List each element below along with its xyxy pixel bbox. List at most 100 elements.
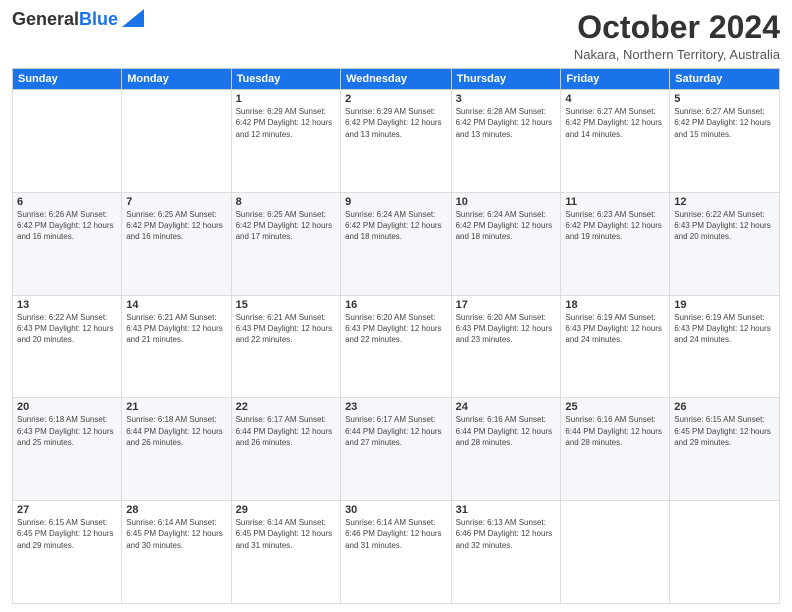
calendar-cell [122, 90, 231, 193]
day-number: 1 [236, 93, 336, 105]
calendar-cell [561, 501, 670, 604]
day-info: Sunrise: 6:22 AM Sunset: 6:43 PM Dayligh… [674, 209, 775, 243]
calendar-cell: 10Sunrise: 6:24 AM Sunset: 6:42 PM Dayli… [451, 192, 561, 295]
calendar-cell: 1Sunrise: 6:29 AM Sunset: 6:42 PM Daylig… [231, 90, 340, 193]
calendar-cell: 12Sunrise: 6:22 AM Sunset: 6:43 PM Dayli… [670, 192, 780, 295]
calendar-cell [13, 90, 122, 193]
day-info: Sunrise: 6:20 AM Sunset: 6:43 PM Dayligh… [456, 312, 557, 346]
day-number: 8 [236, 196, 336, 208]
day-number: 27 [17, 504, 117, 516]
calendar-week-3: 20Sunrise: 6:18 AM Sunset: 6:43 PM Dayli… [13, 398, 780, 501]
day-number: 31 [456, 504, 557, 516]
day-info: Sunrise: 6:24 AM Sunset: 6:42 PM Dayligh… [345, 209, 447, 243]
day-info: Sunrise: 6:19 AM Sunset: 6:43 PM Dayligh… [674, 312, 775, 346]
calendar-cell: 4Sunrise: 6:27 AM Sunset: 6:42 PM Daylig… [561, 90, 670, 193]
day-number: 10 [456, 196, 557, 208]
day-number: 11 [565, 196, 665, 208]
header-sunday: Sunday [13, 69, 122, 90]
calendar-cell: 24Sunrise: 6:16 AM Sunset: 6:44 PM Dayli… [451, 398, 561, 501]
day-number: 23 [345, 401, 447, 413]
day-number: 30 [345, 504, 447, 516]
header-wednesday: Wednesday [341, 69, 452, 90]
logo-general: General [12, 9, 79, 29]
day-info: Sunrise: 6:29 AM Sunset: 6:42 PM Dayligh… [236, 106, 336, 140]
logo-blue: Blue [79, 9, 118, 29]
title-area: October 2024 Nakara, Northern Territory,… [574, 10, 780, 62]
logo-text: GeneralBlue [12, 10, 118, 30]
day-number: 9 [345, 196, 447, 208]
day-info: Sunrise: 6:15 AM Sunset: 6:45 PM Dayligh… [674, 414, 775, 448]
day-info: Sunrise: 6:18 AM Sunset: 6:43 PM Dayligh… [17, 414, 117, 448]
calendar-header: Sunday Monday Tuesday Wednesday Thursday… [13, 69, 780, 90]
day-number: 26 [674, 401, 775, 413]
calendar-cell: 26Sunrise: 6:15 AM Sunset: 6:45 PM Dayli… [670, 398, 780, 501]
header-tuesday: Tuesday [231, 69, 340, 90]
day-info: Sunrise: 6:26 AM Sunset: 6:42 PM Dayligh… [17, 209, 117, 243]
day-info: Sunrise: 6:27 AM Sunset: 6:42 PM Dayligh… [565, 106, 665, 140]
day-number: 3 [456, 93, 557, 105]
calendar-cell: 14Sunrise: 6:21 AM Sunset: 6:43 PM Dayli… [122, 295, 231, 398]
calendar-cell: 11Sunrise: 6:23 AM Sunset: 6:42 PM Dayli… [561, 192, 670, 295]
day-info: Sunrise: 6:22 AM Sunset: 6:43 PM Dayligh… [17, 312, 117, 346]
calendar-cell: 31Sunrise: 6:13 AM Sunset: 6:46 PM Dayli… [451, 501, 561, 604]
calendar-week-4: 27Sunrise: 6:15 AM Sunset: 6:45 PM Dayli… [13, 501, 780, 604]
day-number: 12 [674, 196, 775, 208]
day-info: Sunrise: 6:18 AM Sunset: 6:44 PM Dayligh… [126, 414, 226, 448]
calendar-cell: 30Sunrise: 6:14 AM Sunset: 6:46 PM Dayli… [341, 501, 452, 604]
day-number: 22 [236, 401, 336, 413]
logo: GeneralBlue [12, 10, 144, 30]
calendar-cell: 5Sunrise: 6:27 AM Sunset: 6:42 PM Daylig… [670, 90, 780, 193]
weekday-row: Sunday Monday Tuesday Wednesday Thursday… [13, 69, 780, 90]
calendar-cell: 28Sunrise: 6:14 AM Sunset: 6:45 PM Dayli… [122, 501, 231, 604]
day-number: 24 [456, 401, 557, 413]
day-info: Sunrise: 6:27 AM Sunset: 6:42 PM Dayligh… [674, 106, 775, 140]
calendar-cell: 27Sunrise: 6:15 AM Sunset: 6:45 PM Dayli… [13, 501, 122, 604]
day-number: 17 [456, 299, 557, 311]
calendar-cell: 22Sunrise: 6:17 AM Sunset: 6:44 PM Dayli… [231, 398, 340, 501]
calendar-table: Sunday Monday Tuesday Wednesday Thursday… [12, 68, 780, 604]
calendar-cell: 20Sunrise: 6:18 AM Sunset: 6:43 PM Dayli… [13, 398, 122, 501]
calendar-cell [670, 501, 780, 604]
calendar-cell: 29Sunrise: 6:14 AM Sunset: 6:45 PM Dayli… [231, 501, 340, 604]
day-info: Sunrise: 6:16 AM Sunset: 6:44 PM Dayligh… [565, 414, 665, 448]
calendar-week-0: 1Sunrise: 6:29 AM Sunset: 6:42 PM Daylig… [13, 90, 780, 193]
day-number: 4 [565, 93, 665, 105]
day-number: 29 [236, 504, 336, 516]
calendar-cell: 2Sunrise: 6:29 AM Sunset: 6:42 PM Daylig… [341, 90, 452, 193]
day-number: 18 [565, 299, 665, 311]
calendar-cell: 7Sunrise: 6:25 AM Sunset: 6:42 PM Daylig… [122, 192, 231, 295]
day-number: 25 [565, 401, 665, 413]
day-number: 21 [126, 401, 226, 413]
day-number: 7 [126, 196, 226, 208]
header-friday: Friday [561, 69, 670, 90]
day-info: Sunrise: 6:16 AM Sunset: 6:44 PM Dayligh… [456, 414, 557, 448]
header-monday: Monday [122, 69, 231, 90]
header-thursday: Thursday [451, 69, 561, 90]
calendar-cell: 15Sunrise: 6:21 AM Sunset: 6:43 PM Dayli… [231, 295, 340, 398]
calendar-cell: 21Sunrise: 6:18 AM Sunset: 6:44 PM Dayli… [122, 398, 231, 501]
day-number: 20 [17, 401, 117, 413]
day-info: Sunrise: 6:14 AM Sunset: 6:45 PM Dayligh… [126, 517, 226, 551]
day-info: Sunrise: 6:13 AM Sunset: 6:46 PM Dayligh… [456, 517, 557, 551]
calendar-cell: 3Sunrise: 6:28 AM Sunset: 6:42 PM Daylig… [451, 90, 561, 193]
day-number: 6 [17, 196, 117, 208]
day-info: Sunrise: 6:23 AM Sunset: 6:42 PM Dayligh… [565, 209, 665, 243]
day-info: Sunrise: 6:17 AM Sunset: 6:44 PM Dayligh… [345, 414, 447, 448]
day-info: Sunrise: 6:24 AM Sunset: 6:42 PM Dayligh… [456, 209, 557, 243]
calendar-cell: 17Sunrise: 6:20 AM Sunset: 6:43 PM Dayli… [451, 295, 561, 398]
calendar-week-2: 13Sunrise: 6:22 AM Sunset: 6:43 PM Dayli… [13, 295, 780, 398]
calendar-cell: 19Sunrise: 6:19 AM Sunset: 6:43 PM Dayli… [670, 295, 780, 398]
month-title: October 2024 [574, 10, 780, 45]
day-info: Sunrise: 6:14 AM Sunset: 6:45 PM Dayligh… [236, 517, 336, 551]
day-number: 5 [674, 93, 775, 105]
day-info: Sunrise: 6:21 AM Sunset: 6:43 PM Dayligh… [126, 312, 226, 346]
day-number: 13 [17, 299, 117, 311]
day-number: 19 [674, 299, 775, 311]
calendar: Sunday Monday Tuesday Wednesday Thursday… [12, 68, 780, 604]
day-info: Sunrise: 6:15 AM Sunset: 6:45 PM Dayligh… [17, 517, 117, 551]
logo-icon [122, 9, 144, 27]
header: GeneralBlue October 2024 Nakara, Norther… [12, 10, 780, 62]
day-info: Sunrise: 6:25 AM Sunset: 6:42 PM Dayligh… [236, 209, 336, 243]
calendar-cell: 18Sunrise: 6:19 AM Sunset: 6:43 PM Dayli… [561, 295, 670, 398]
calendar-body: 1Sunrise: 6:29 AM Sunset: 6:42 PM Daylig… [13, 90, 780, 604]
